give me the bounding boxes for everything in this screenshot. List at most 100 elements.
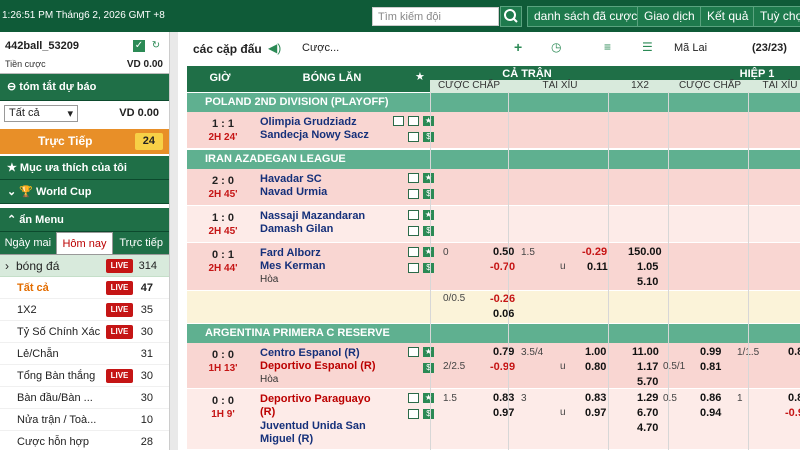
refresh-icon[interactable]: ↻ (150, 40, 162, 52)
home-win-odds[interactable]: 1.29 (637, 392, 658, 404)
home-win-odds[interactable]: 11.00 (632, 346, 659, 358)
home-team[interactable]: Havadar SC (260, 173, 322, 185)
dollar-icon[interactable]: $ (423, 189, 434, 199)
tab-today[interactable]: Hôm nay (55, 232, 114, 254)
match-row-extra[interactable]: 0/0.5 -0.26 0.06 (187, 291, 800, 324)
clock-icon[interactable]: ◷ (551, 40, 561, 54)
worldcup-link[interactable]: ⌄ 🏆 World Cup (0, 180, 169, 204)
dollar-icon[interactable]: $ (423, 263, 434, 273)
over-odds[interactable]: 1.00 (585, 346, 606, 358)
menu-item-correct-score[interactable]: Tỷ Số Chính Xác LIVE 30 (0, 321, 169, 343)
dollar-icon[interactable]: $ (423, 363, 434, 373)
away-team[interactable]: Navad Urmia (260, 186, 327, 198)
under-odds[interactable]: 0.80 (585, 361, 606, 373)
menu-item-parlay[interactable]: Cược hỗn hợp 28 (0, 431, 169, 450)
league-header[interactable]: ARGENTINA PRIMERA C RESERVE (187, 324, 800, 343)
summary-select[interactable]: Tất cả ▾ (4, 105, 78, 122)
menu-item-first-goal[interactable]: Bàn đầu/Bàn ... 30 (0, 387, 169, 409)
favorites-link[interactable]: ★ Mục ưa thích của tôi (0, 156, 169, 180)
match-row[interactable]: 1 : 0 2H 45' Nassaji Mazandaran Damash G… (187, 206, 800, 243)
menu-item-1x2[interactable]: 1X2 LIVE 35 (0, 299, 169, 321)
results-button[interactable]: Kết quả (700, 6, 756, 27)
add-icon[interactable]: + (514, 39, 522, 55)
draw-odds[interactable]: 5.70 (637, 376, 658, 388)
dollar-icon[interactable]: $ (423, 409, 434, 419)
chart-icon[interactable] (408, 189, 419, 199)
chart-icon[interactable] (408, 263, 419, 273)
transactions-button[interactable]: Giao dịch (637, 6, 702, 27)
away-team[interactable]: Damash Gilan (260, 223, 333, 235)
handicap-home-odds-1h[interactable]: 0.86 (700, 392, 721, 404)
dollar-icon[interactable]: $ (423, 226, 434, 236)
league-header[interactable]: IRAN AZADEGAN LEAGUE (187, 150, 800, 169)
stats-icon[interactable] (408, 247, 419, 257)
under-odds[interactable]: 0.11 (587, 261, 608, 273)
options-button[interactable]: Tuỳ chọn (753, 6, 800, 27)
hide-menu-toggle[interactable]: ⌃ ẩn Menu (0, 208, 169, 232)
away-win-odds[interactable]: 1.17 (637, 361, 658, 373)
away-team[interactable]: Deportivo Espanol (R) (260, 360, 376, 372)
handicap-away-odds-1h[interactable]: 0.94 (700, 407, 721, 419)
handicap-away-odds[interactable]: 0.97 (493, 407, 514, 419)
tab-live[interactable]: Trực tiếp (113, 232, 169, 254)
away-team[interactable]: Sandecja Nowy Sacz (260, 129, 369, 141)
draw-odds[interactable]: 5.10 (637, 276, 658, 288)
home-team[interactable]: Nassaji Mazandaran (260, 210, 365, 222)
speaker-icon[interactable]: ◀) (268, 41, 281, 55)
over-odds-1h[interactable]: 0.8 (788, 392, 800, 404)
stats-icon[interactable] (408, 116, 419, 126)
over-odds[interactable]: 0.83 (585, 392, 606, 404)
bet-type-label[interactable]: Cược... (302, 42, 339, 54)
list-view-icon[interactable]: ☰ (642, 40, 653, 54)
league-header[interactable]: POLAND 2ND DIVISION (PLAYOFF) (187, 93, 800, 112)
match-row[interactable]: 1 : 1 2H 24' Olimpia Grudziadz Sandecja … (187, 112, 800, 149)
home-win-odds[interactable]: 150.00 (628, 246, 662, 258)
handicap-home-odds[interactable]: 0.83 (493, 392, 514, 404)
over-odds[interactable]: -0.29 (582, 246, 607, 258)
menu-item-odd-even[interactable]: Lẻ/Chẵn 31 (0, 343, 169, 365)
stats-icon[interactable] (408, 347, 419, 357)
chart-icon[interactable] (408, 132, 419, 142)
home-team[interactable]: Deportivo Paraguayo (R) (260, 393, 380, 419)
handicap-home-odds[interactable]: -0.26 (490, 293, 515, 305)
handicap-home-odds-1h[interactable]: 0.99 (700, 346, 721, 358)
match-row[interactable]: 0 : 0 1H 9' Deportivo Paraguayo (R) Juve… (187, 389, 800, 450)
chart-icon[interactable] (408, 226, 419, 236)
menu-item-all[interactable]: Tất cả LIVE 47 (0, 277, 169, 299)
under-odds-1h[interactable]: -0.9 (785, 407, 800, 419)
tv-icon[interactable] (393, 116, 404, 126)
star-icon[interactable]: ★ (423, 173, 434, 183)
handicap-away-odds-1h[interactable]: 0.81 (700, 361, 721, 373)
chart-icon[interactable] (408, 409, 419, 419)
tab-tomorrow[interactable]: Ngày mai (0, 232, 56, 254)
handicap-away-odds[interactable]: -0.70 (490, 261, 515, 273)
summary-header[interactable]: ⊖ tóm tắt dự báo (0, 74, 169, 101)
handicap-away-odds[interactable]: 0.06 (493, 308, 514, 320)
home-team[interactable]: Centro Espanol (R) (260, 347, 360, 359)
draw-odds[interactable]: 4.70 (637, 422, 658, 434)
away-team[interactable]: Mes Kerman (260, 260, 325, 272)
star-icon[interactable]: ★ (423, 247, 434, 257)
star-icon[interactable]: ★ (415, 70, 425, 83)
star-icon[interactable]: ★ (423, 347, 434, 357)
bet-list-button[interactable]: danh sách đã cược (527, 6, 645, 27)
sidebar-scrollbar[interactable] (170, 32, 178, 450)
odds-type-select[interactable]: Mã Lai (674, 42, 707, 54)
menu-item-half-full[interactable]: Nửa trận / Toà... 10 (0, 409, 169, 431)
home-team[interactable]: Fard Alborz (260, 247, 321, 259)
away-team[interactable]: Juventud Unida San Miguel (R) (260, 420, 380, 446)
handicap-home-odds[interactable]: 0.79 (493, 346, 514, 358)
over-odds-1h[interactable]: 0.8 (788, 346, 800, 358)
sport-football[interactable]: › bóng đá LIVE 314 (0, 255, 169, 277)
star-icon[interactable]: ★ (423, 116, 434, 126)
home-team[interactable]: Olimpia Grudziadz (260, 116, 357, 128)
dollar-icon[interactable]: $ (423, 132, 434, 142)
stats-icon[interactable] (408, 393, 419, 403)
under-odds[interactable]: 0.97 (585, 407, 606, 419)
menu-item-total-goals[interactable]: Tổng Bàn thắng LIVE 30 (0, 365, 169, 387)
stats-icon[interactable] (408, 210, 419, 220)
match-row[interactable]: 2 : 0 2H 45' Havadar SC Navad Urmia ★ $ (187, 169, 800, 206)
match-row[interactable]: 0 : 1 2H 44' Fard Alborz Mes Kerman Hòa … (187, 243, 800, 291)
handicap-home-odds[interactable]: 0.50 (493, 246, 514, 258)
live-button[interactable]: Trực Tiếp 24 (0, 129, 169, 154)
